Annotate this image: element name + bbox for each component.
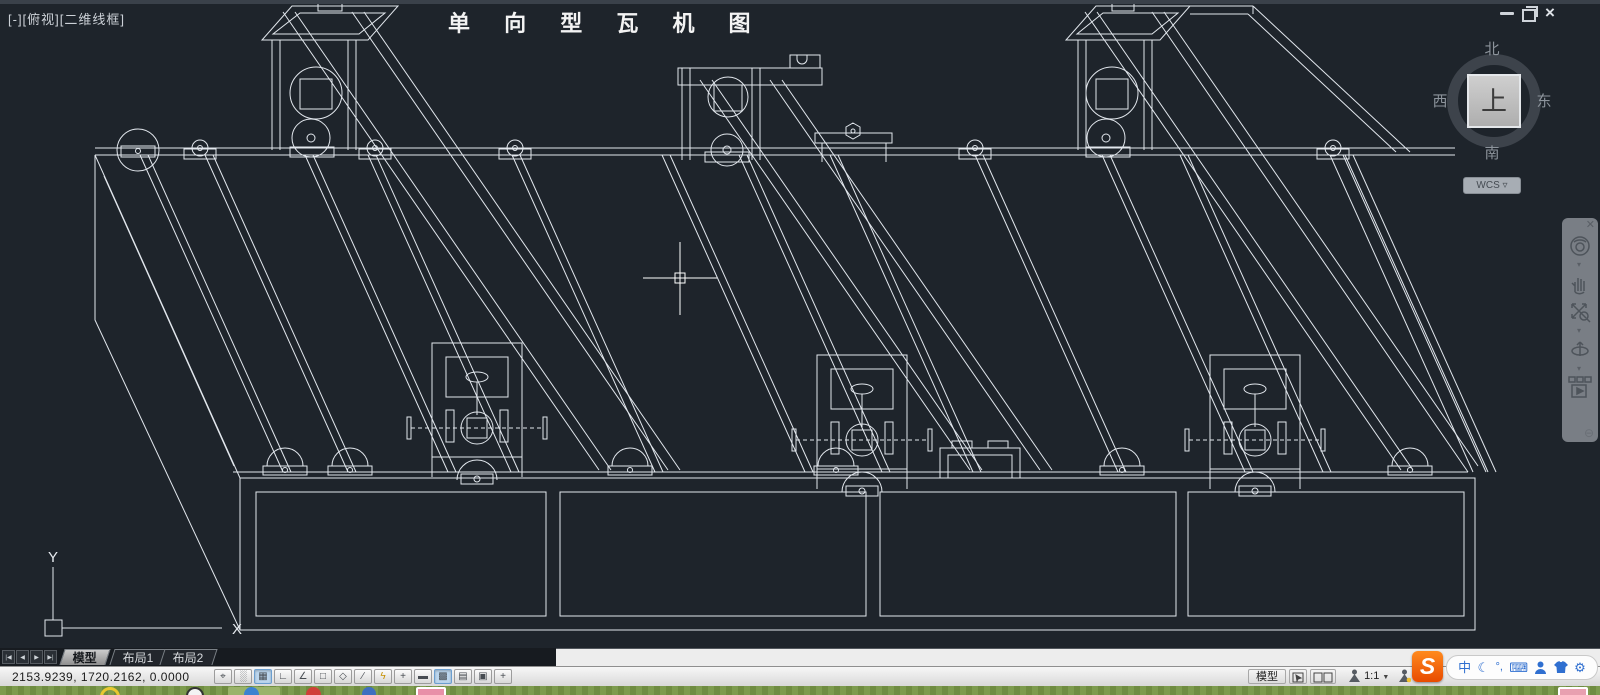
zoom-extents-icon[interactable] <box>1568 300 1592 324</box>
taskbar-icon[interactable] <box>306 687 321 695</box>
cursor-rect-icon <box>1292 672 1304 683</box>
drawing-canvas[interactable]: Y X <box>0 0 1600 648</box>
autocad-window: Y X [-][俯视][二维线框] 单 向 型 瓦 机 图 × 北 西 东 南 … <box>0 0 1600 695</box>
orbit-icon[interactable] <box>1568 338 1592 362</box>
ucs-y-label: Y <box>48 549 58 566</box>
tab-nav-prev[interactable]: ◀ <box>16 650 29 664</box>
viewcube-east[interactable]: 东 <box>1529 90 1559 111</box>
ime-toolbar: 中 ☾ °, ⌨ ⚙ <box>1446 655 1598 680</box>
ime-mode-button[interactable]: 中 <box>1458 656 1471 679</box>
showmotion-icon[interactable] <box>1568 376 1592 402</box>
toggle-dynamic-ucs[interactable]: ϟ <box>374 669 392 684</box>
bearing-feet <box>263 448 1432 475</box>
toggle-lineweight[interactable]: ▬ <box>414 669 432 684</box>
tab-model-label: 模型 <box>73 650 97 666</box>
restore-icon[interactable] <box>1522 9 1536 22</box>
tower-3 <box>1066 1 1410 157</box>
window-top-edge <box>0 0 1600 4</box>
taskbar-icon[interactable] <box>416 687 446 695</box>
two-rectangles-icon <box>1313 672 1333 683</box>
tab-model[interactable]: 模型 <box>59 649 110 665</box>
machine-bed <box>95 148 1486 630</box>
navbar-caret-icon[interactable]: ▾ <box>1577 364 1581 373</box>
close-icon[interactable]: × <box>1541 5 1559 21</box>
toggle-annotation-monitor[interactable]: + <box>494 669 512 684</box>
viewcube-west[interactable]: 西 <box>1425 90 1455 111</box>
toggle-grid-dots[interactable]: ░ <box>234 669 252 684</box>
ucs-icon: Y X <box>45 549 242 638</box>
navbar-close-icon[interactable]: ✕ <box>1586 218 1595 231</box>
toggle-object-snap-tracking[interactable]: ∕ <box>354 669 372 684</box>
toggle-object-snap-3d[interactable]: ◇ <box>334 669 352 684</box>
ime-moon-icon[interactable]: ☾ <box>1478 656 1490 679</box>
tab-nav-last[interactable]: ▶| <box>44 650 57 664</box>
quick-view-drawings-button[interactable] <box>1289 669 1307 684</box>
tab-layout1[interactable]: 布局1 <box>109 649 167 665</box>
taskbar-icon[interactable] <box>362 687 376 695</box>
ime-punctuation-button[interactable]: °, <box>1496 656 1503 679</box>
navigation-bar[interactable]: ✕ ▾ ▾ ▾ ⊖ <box>1562 218 1598 442</box>
ime-account-person-icon[interactable] <box>1534 661 1547 675</box>
ime-keyboard-icon[interactable]: ⌨ <box>1509 656 1528 679</box>
minimize-icon[interactable] <box>1500 12 1514 15</box>
ime-logo[interactable]: S <box>1412 651 1443 682</box>
drawing-title-text: 单 向 型 瓦 机 图 <box>448 6 765 38</box>
layout-tab-bar: |◀ ◀ ▶ ▶| 模型 布局1 布局2 <box>0 648 556 666</box>
toggle-transparency[interactable]: ▩ <box>434 669 452 684</box>
toggle-object-snap[interactable]: □ <box>314 669 332 684</box>
viewcube-south[interactable]: 南 <box>1477 142 1507 163</box>
viewcube-north[interactable]: 北 <box>1477 38 1507 59</box>
viewcube[interactable]: 北 西 东 南 上 WCS ▿ <box>1433 36 1558 196</box>
tab-layout1-label: 布局1 <box>123 650 154 666</box>
taskbar-icon[interactable] <box>244 687 259 695</box>
taskbar-strip <box>0 686 1600 695</box>
tab-nav-first[interactable]: |◀ <box>2 650 15 664</box>
tab-nav-next[interactable]: ▶ <box>30 650 43 664</box>
scale-dropdown-arrow-icon: ▼ <box>1382 674 1389 681</box>
annotation-person-icon <box>1398 669 1411 683</box>
ime-settings-gear-icon[interactable]: ⚙ <box>1574 656 1586 679</box>
toggle-snap-mode[interactable]: ⌖ <box>214 669 232 684</box>
status-bar: 2153.9239, 1720.2162, 0.0000 ⌖ ░ ▦ ∟ ∠ □… <box>0 666 1600 686</box>
annotation-scale-control[interactable]: 1:1 ▼ <box>1348 669 1389 684</box>
taskbar-icon[interactable] <box>100 687 120 695</box>
toggle-dynamic-input[interactable]: + <box>394 669 412 684</box>
model-space-button[interactable]: 模型 <box>1248 669 1286 684</box>
toggle-quick-properties[interactable]: ▤ <box>454 669 472 684</box>
ime-skin-shirt-icon[interactable] <box>1554 661 1568 674</box>
toggle-polar-tracking[interactable]: ∠ <box>294 669 312 684</box>
ucs-x-label: X <box>232 621 242 638</box>
navbar-collapse-icon[interactable]: ⊖ <box>1584 426 1594 440</box>
viewport-controls-label[interactable]: [-][俯视][二维线框] <box>8 9 125 28</box>
tab-layout2-label: 布局2 <box>173 650 204 666</box>
command-line[interactable] <box>556 648 1600 666</box>
toggle-selection-cycling[interactable]: ▣ <box>474 669 492 684</box>
annotation-visibility-button[interactable] <box>1398 669 1411 684</box>
tower-1 <box>262 1 398 157</box>
tower-braces <box>283 12 1478 472</box>
toggle-grid-display[interactable]: ▦ <box>254 669 272 684</box>
tower-2 <box>678 55 892 166</box>
annotation-scale-value: 1:1 <box>1364 670 1379 682</box>
taskbar-icon[interactable] <box>1558 687 1588 695</box>
navbar-caret-icon[interactable]: ▾ <box>1577 326 1581 335</box>
navbar-caret-icon[interactable]: ▾ <box>1577 260 1581 269</box>
pan-hand-icon[interactable] <box>1568 272 1592 296</box>
tab-layout2[interactable]: 布局2 <box>159 649 217 665</box>
navigation-wheel-icon[interactable] <box>1568 234 1592 258</box>
viewcube-top-face[interactable]: 上 <box>1467 74 1521 128</box>
toggle-ortho-mode[interactable]: ∟ <box>274 669 292 684</box>
annotation-person-icon <box>1348 669 1361 683</box>
quick-view-layouts-button[interactable] <box>1310 669 1336 684</box>
wcs-dropdown[interactable]: WCS ▿ <box>1463 177 1521 194</box>
coordinate-readout: 2153.9239, 1720.2162, 0.0000 <box>12 670 190 684</box>
taskbar-icon[interactable] <box>186 687 204 695</box>
